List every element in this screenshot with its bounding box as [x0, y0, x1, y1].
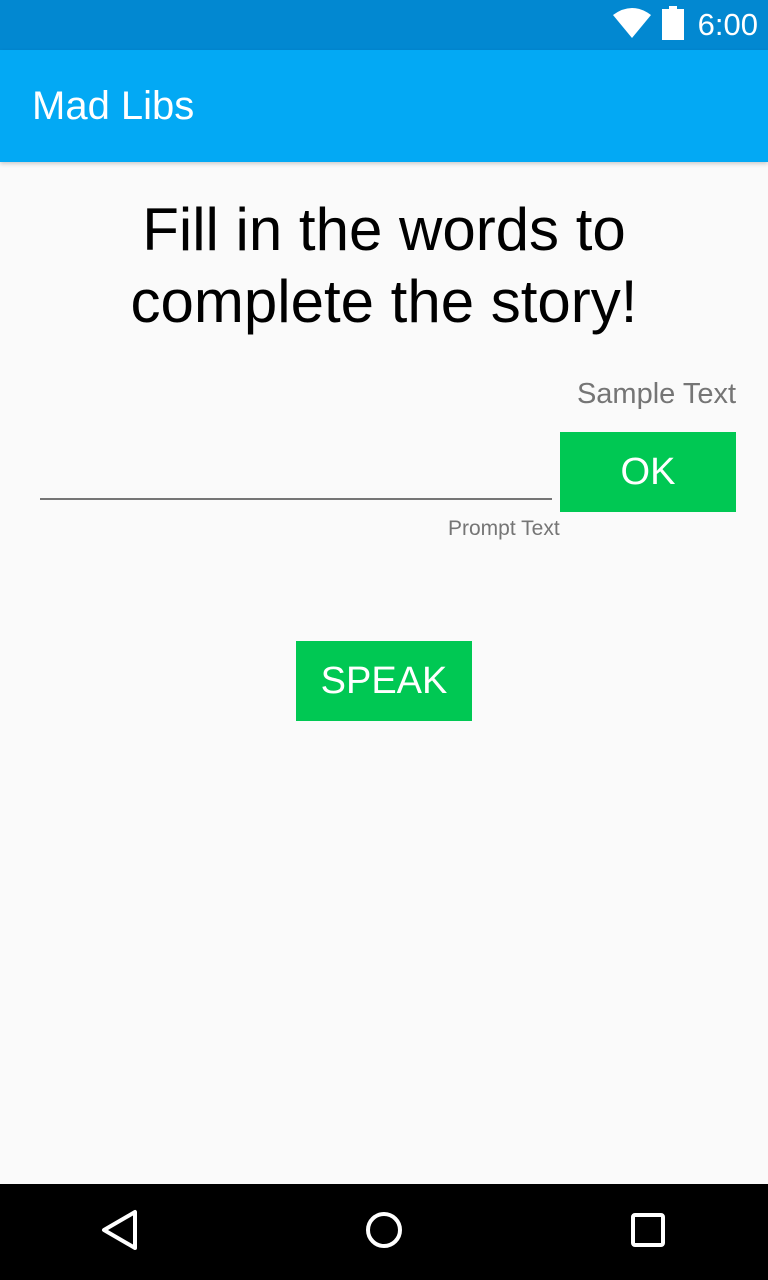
- ok-button[interactable]: OK: [560, 432, 736, 512]
- speak-button[interactable]: SPEAK: [296, 641, 472, 721]
- prompt-text: Prompt Text: [448, 517, 560, 540]
- app-bar: Mad Libs: [0, 50, 768, 162]
- sample-text: Sample Text: [576, 378, 736, 410]
- word-input[interactable]: [40, 440, 552, 500]
- navigation-bar: [0, 1184, 768, 1280]
- status-bar: 6:00: [0, 0, 768, 50]
- wifi-icon: [612, 7, 652, 44]
- instruction-headline: Fill in the words to complete the story!: [130, 196, 638, 335]
- app-title: Mad Libs: [32, 84, 195, 128]
- battery-icon: [661, 5, 684, 45]
- home-icon: [364, 1210, 404, 1255]
- recents-icon: [630, 1212, 666, 1253]
- status-time: 6:00: [697, 7, 758, 42]
- status-icons: 6:00: [612, 0, 758, 50]
- home-button[interactable]: [336, 1184, 432, 1280]
- recents-button[interactable]: [600, 1184, 696, 1280]
- screen: 6:00 Mad Libs Fill in the words to compl…: [0, 0, 768, 1280]
- back-icon: [100, 1209, 140, 1256]
- back-button[interactable]: [72, 1184, 168, 1280]
